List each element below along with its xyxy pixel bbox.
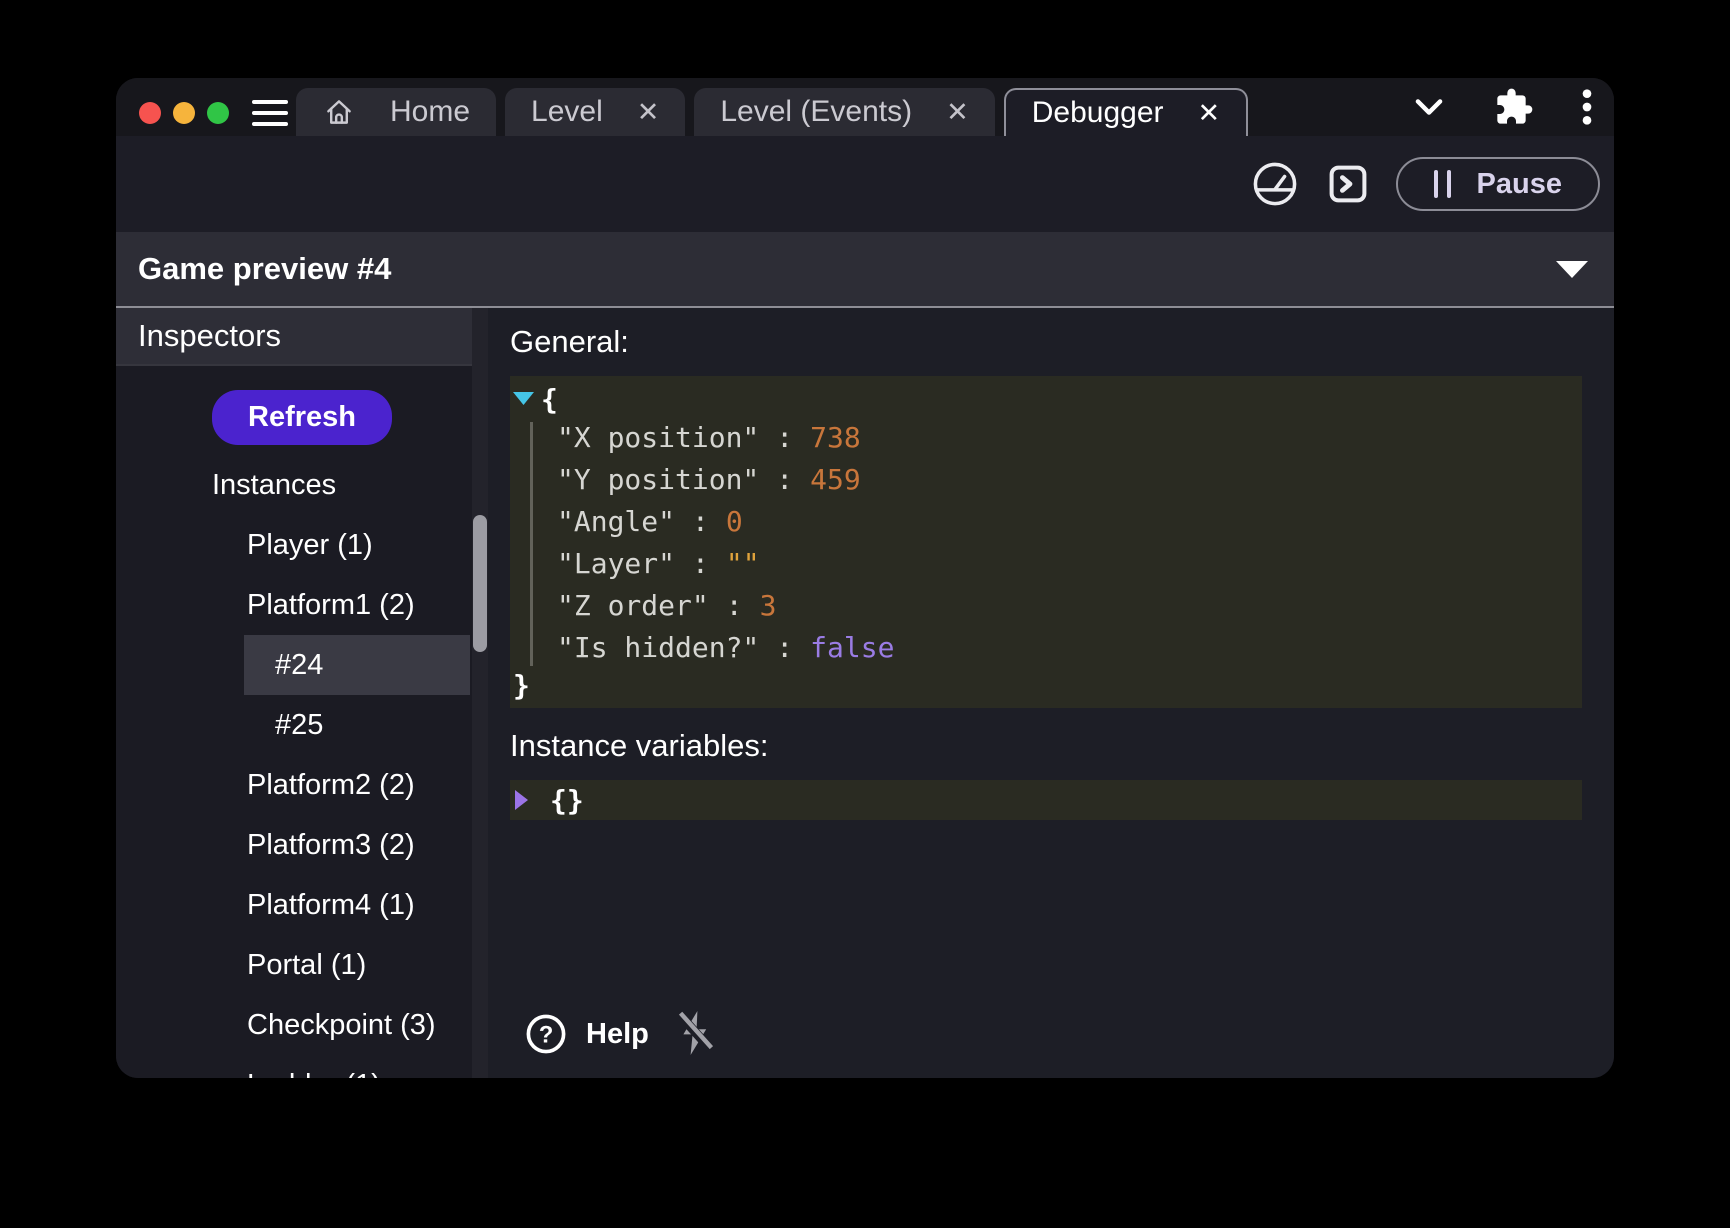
- tab-label: Home: [390, 95, 470, 129]
- tab-home[interactable]: Home: [296, 88, 496, 136]
- flash-off-icon[interactable]: [671, 1008, 719, 1060]
- instances-tree: Instances Player (1) Platform1 (2) #24 #…: [116, 455, 488, 1078]
- refresh-button[interactable]: Refresh: [212, 390, 392, 445]
- empty-object-value: {}: [550, 784, 584, 817]
- collapse-expanded-icon[interactable]: [512, 388, 536, 410]
- json-row-is-hidden: "Is hidden?":false: [510, 626, 1582, 668]
- help-label: Help: [586, 1018, 649, 1051]
- dropdown-caret-icon: [1556, 261, 1588, 278]
- general-heading: General:: [510, 322, 1582, 362]
- tree-item-platform4[interactable]: Platform4 (1): [116, 875, 488, 935]
- json-row-angle: "Angle":0: [510, 500, 1582, 542]
- help-button[interactable]: ? Help: [524, 1012, 649, 1056]
- json-row-z-order: "Z order":3: [510, 584, 1582, 626]
- hamburger-menu-icon[interactable]: [252, 100, 288, 126]
- svg-text:?: ?: [539, 1021, 554, 1048]
- close-tab-icon[interactable]: ✕: [946, 99, 969, 126]
- content-area: Inspectors Refresh Instances Player (1) …: [116, 308, 1614, 1078]
- tab-bar: Home Level ✕ Level (Events) ✕ Debugger ✕: [116, 78, 1614, 136]
- tree-item-ladder[interactable]: Ladder (1): [116, 1055, 488, 1078]
- tree-item-platform3[interactable]: Platform3 (2): [116, 815, 488, 875]
- json-row-y-position: "Y position":459: [510, 458, 1582, 500]
- tree-item-instance-24[interactable]: #24: [244, 635, 470, 695]
- debugger-toolbar: Pause: [116, 136, 1614, 232]
- tree-item-portal[interactable]: Portal (1): [116, 935, 488, 995]
- json-row-layer: "Layer":"": [510, 542, 1582, 584]
- tab-debugger[interactable]: Debugger ✕: [1004, 88, 1248, 136]
- tab-label: Level (Events): [720, 95, 912, 129]
- pause-icon: [1434, 170, 1451, 198]
- inspectors-header: Inspectors: [116, 308, 488, 366]
- tab-label: Level: [531, 95, 603, 129]
- close-brace: }: [513, 669, 530, 702]
- inspector-detail-panel: General: { "X position":738 "Y position"…: [488, 308, 1614, 1078]
- sidebar-scrollbar-track[interactable]: [472, 308, 488, 1078]
- tab-label: Debugger: [1032, 96, 1164, 130]
- json-row-x-position: "X position":738: [510, 416, 1582, 458]
- chevron-down-icon[interactable]: [1410, 88, 1448, 126]
- pause-button[interactable]: Pause: [1396, 157, 1600, 211]
- bottom-bar: ? Help: [524, 1008, 719, 1060]
- minimize-window-button[interactable]: [173, 102, 195, 124]
- json-value: false: [810, 631, 894, 664]
- tree-item-checkpoint[interactable]: Checkpoint (3): [116, 995, 488, 1055]
- json-value: 3: [760, 589, 777, 622]
- tabbar-right-actions: [1410, 78, 1594, 136]
- close-tab-icon[interactable]: ✕: [1198, 100, 1221, 127]
- maximize-window-button[interactable]: [207, 102, 229, 124]
- json-value: "": [726, 547, 760, 580]
- tree-item-instances[interactable]: Instances: [116, 455, 488, 515]
- close-window-button[interactable]: [139, 102, 161, 124]
- home-icon: [322, 95, 356, 129]
- sidebar-scrollbar-thumb[interactable]: [473, 515, 487, 652]
- tab-level[interactable]: Level ✕: [505, 88, 685, 136]
- console-icon[interactable]: [1324, 160, 1372, 208]
- tree-item-platform2[interactable]: Platform2 (2): [116, 755, 488, 815]
- general-json-view: { "X position":738 "Y position":459 "Ang…: [510, 376, 1582, 708]
- open-brace: {: [541, 383, 558, 416]
- inspectors-sidebar: Inspectors Refresh Instances Player (1) …: [116, 308, 488, 1078]
- close-tab-icon[interactable]: ✕: [637, 99, 660, 126]
- expand-collapsed-icon[interactable]: [512, 788, 530, 812]
- game-preview-selector[interactable]: Game preview #4: [116, 232, 1614, 308]
- game-preview-title: Game preview #4: [138, 251, 391, 287]
- debugger-window: Home Level ✕ Level (Events) ✕ Debugger ✕: [116, 78, 1614, 1078]
- tree-item-platform1[interactable]: Platform1 (2): [116, 575, 488, 635]
- json-value: 738: [810, 421, 861, 454]
- pause-button-label: Pause: [1477, 168, 1562, 201]
- tree-item-instance-25[interactable]: #25: [244, 695, 470, 755]
- json-value: 0: [726, 505, 743, 538]
- tree-item-player[interactable]: Player (1): [116, 515, 488, 575]
- instance-variables-heading: Instance variables:: [510, 726, 1582, 766]
- profiler-speedometer-icon[interactable]: [1250, 159, 1300, 209]
- json-value: 459: [810, 463, 861, 496]
- kebab-menu-icon[interactable]: [1580, 87, 1594, 127]
- tab-level-events[interactable]: Level (Events) ✕: [694, 88, 994, 136]
- window-controls: [139, 102, 229, 124]
- extensions-puzzle-icon[interactable]: [1494, 87, 1534, 127]
- tree-guide-line: [530, 422, 533, 666]
- tab-strip: Home Level ✕ Level (Events) ✕ Debugger ✕: [296, 88, 1248, 136]
- instance-variables-json-view: {}: [510, 780, 1582, 820]
